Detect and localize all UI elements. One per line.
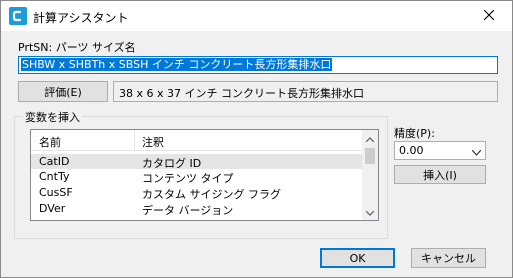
variable-name: CntTy: [39, 170, 70, 183]
calculator-assistant-dialog: 計算アシスタント PrtSN: パーツ サイズ名 SHBW x SHBTh x …: [0, 0, 513, 278]
scroll-thumb[interactable]: [365, 148, 375, 164]
chevron-up-icon: [365, 132, 375, 145]
column-header-note[interactable]: 注釈: [142, 134, 164, 150]
insert-variable-group-label: 変数を挿入: [23, 109, 82, 125]
precision-value: 0.00: [399, 144, 424, 157]
variable-name: CatID: [39, 155, 70, 168]
close-button[interactable]: [466, 1, 512, 31]
scroll-up-button[interactable]: [362, 130, 378, 146]
column-header-name[interactable]: 名前: [39, 134, 61, 150]
list-item[interactable]: DVer データ バージョン: [31, 201, 363, 217]
part-size-name-value: SHBW x SHBTh x SBSH インチ コンクリート長方形集排水口: [21, 58, 333, 71]
variable-list[interactable]: 名前 注釈 CatID カタログ ID CntTy コンテンツ タイプ CusS…: [30, 129, 379, 221]
list-item[interactable]: CusSF カスタム サイジング フラグ: [31, 185, 363, 201]
ok-button[interactable]: OK: [320, 248, 395, 268]
precision-dropdown[interactable]: 0.00: [394, 141, 486, 160]
variable-name: CusSF: [39, 186, 73, 199]
part-size-name-label: PrtSN: パーツ サイズ名: [18, 41, 136, 54]
window-title: 計算アシスタント: [33, 11, 129, 25]
scroll-down-button[interactable]: [362, 204, 378, 220]
variable-list-header: 名前 注釈: [31, 130, 363, 151]
autocad-c3d-icon: [9, 7, 27, 25]
list-item[interactable]: CatID カタログ ID: [31, 154, 363, 170]
variable-note: カスタム サイジング フラグ: [142, 188, 281, 201]
evaluate-button[interactable]: 評価(E): [18, 81, 108, 102]
precision-label: 精度(P):: [394, 127, 435, 140]
variable-list-scrollbar[interactable]: [362, 130, 378, 220]
chevron-down-icon: [471, 146, 482, 159]
close-icon: [483, 9, 495, 23]
evaluation-result-field: 38 x 6 x 37 インチ コンクリート長方形集排水口: [113, 81, 498, 102]
cancel-button[interactable]: キャンセル: [411, 248, 486, 268]
chevron-down-icon: [365, 206, 375, 219]
title-bar: 計算アシスタント: [1, 1, 512, 31]
part-size-name-input[interactable]: SHBW x SHBTh x SBSH インチ コンクリート長方形集排水口: [18, 56, 498, 74]
insert-button[interactable]: 挿入(I): [394, 165, 486, 184]
variable-note: コンテンツ タイプ: [142, 172, 234, 185]
variable-note: データ バージョン: [142, 204, 234, 217]
variable-name: DVer: [39, 202, 66, 215]
column-divider[interactable]: [134, 130, 135, 151]
list-item[interactable]: CntTy コンテンツ タイプ: [31, 169, 363, 185]
